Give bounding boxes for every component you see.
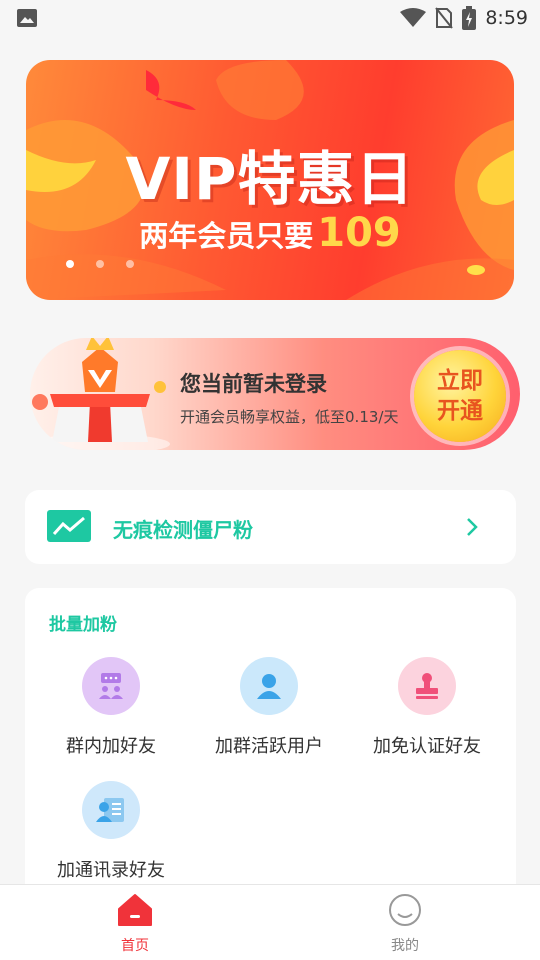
open-membership-button[interactable]: 立即 开通 (414, 350, 506, 442)
banner-subtitle-text: 两年会员只要 (139, 219, 314, 253)
stamp-icon (398, 657, 456, 715)
vip-gift-icon (30, 338, 170, 450)
wifi-icon (400, 8, 427, 27)
login-status-title: 您当前暂未登录 (180, 372, 327, 396)
banner-subtitle: 两年会员只要 109 (26, 210, 514, 256)
clock: 8:59 (485, 7, 528, 29)
open-button-line1: 立即 (437, 368, 483, 394)
banner-price: 109 (317, 210, 401, 256)
pager-dot (66, 260, 74, 268)
group-chat-icon (82, 657, 140, 715)
feature-label: 加群活跃用户 (215, 736, 323, 757)
feature-add-no-verify-friends[interactable]: 加免认证好友 (347, 657, 507, 758)
chevron-right-icon (467, 518, 478, 536)
pager-dot (126, 260, 134, 268)
feature-label: 加通讯录好友 (57, 860, 165, 881)
no-sim-icon (435, 7, 454, 29)
pager-dot (96, 260, 104, 268)
login-card[interactable]: 您当前暂未登录 开通会员畅享权益，低至0.13/天 立即 开通 (30, 338, 520, 450)
battery-charging-icon (462, 6, 477, 30)
trend-chart-icon (47, 510, 91, 542)
banner-pager (66, 260, 134, 268)
open-button-line2: 开通 (437, 398, 483, 424)
bottom-tab-bar: 首页 我的 (0, 884, 540, 960)
profile-icon (389, 894, 421, 926)
promo-banner[interactable]: VIP特惠日 两年会员只要 109 (26, 60, 514, 300)
status-bar: 8:59 (0, 0, 540, 36)
feature-add-group-friends[interactable]: 群内加好友 (31, 657, 191, 758)
banner-title: VIP特惠日 (125, 145, 415, 213)
login-status-subtitle: 开通会员畅享权益，低至0.13/天 (180, 408, 399, 426)
feature-add-active-group-users[interactable]: 加群活跃用户 (189, 657, 349, 758)
tab-label: 首页 (121, 938, 149, 954)
contact-card-icon (82, 781, 140, 839)
home-icon (118, 894, 152, 926)
feature-label: 加免认证好友 (373, 736, 481, 757)
section-title: 批量加粉 (49, 615, 117, 635)
feature-add-contacts-friends[interactable]: 加通讯录好友 (31, 781, 191, 882)
zombie-fan-detect-row[interactable]: 无痕检测僵尸粉 (25, 490, 516, 564)
photo-icon (17, 9, 37, 27)
tab-home[interactable]: 首页 (75, 893, 195, 955)
feature-label: 群内加好友 (66, 736, 156, 757)
tab-profile[interactable]: 我的 (345, 893, 465, 955)
tab-label: 我的 (391, 938, 419, 954)
user-icon (240, 657, 298, 715)
batch-add-section: 批量加粉 群内加好友 加群活跃用户 加免认证好友 加通讯录好友 (25, 588, 516, 908)
detect-label: 无痕检测僵尸粉 (113, 518, 253, 542)
